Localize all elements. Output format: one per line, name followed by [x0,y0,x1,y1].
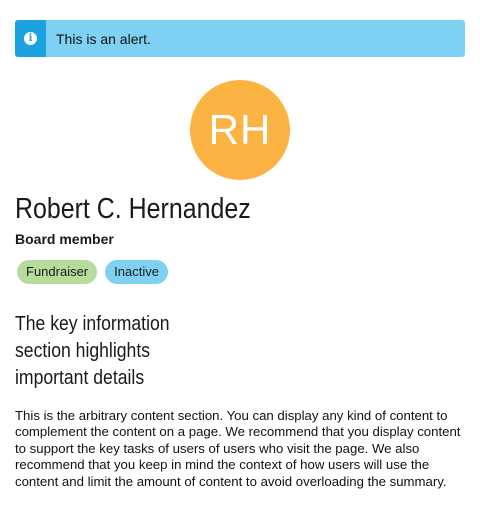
info-icon: i [24,32,37,45]
profile-name: Robert C. Hernandez [15,193,251,225]
info-alert: i This is an alert. [15,20,465,57]
badge-list: Fundraiser Inactive [17,260,168,284]
avatar-initials: RH [208,106,272,153]
profile-summary-page: i This is an alert. RH Robert C. Hernand… [0,0,480,530]
avatar: RH [190,80,290,180]
badge-inactive: Inactive [105,260,168,284]
profile-role: Board member [15,231,114,247]
badge-fundraiser: Fundraiser [17,260,98,284]
key-information-heading: The key information section highlights i… [15,313,170,389]
content-section-text: This is the arbitrary content section. Y… [15,408,461,489]
alert-message: This is an alert. [56,30,151,47]
alert-icon-stripe: i [15,20,46,57]
